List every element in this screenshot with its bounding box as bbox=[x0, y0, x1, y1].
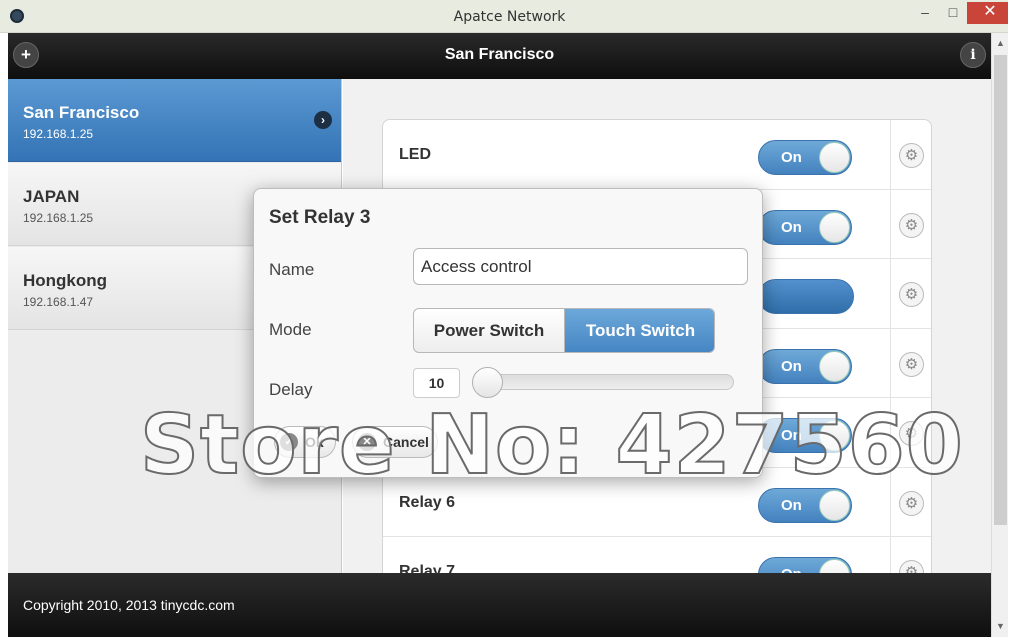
info-icon[interactable]: i bbox=[960, 42, 986, 68]
close-button[interactable]: ✕ bbox=[967, 2, 1013, 24]
scroll-up-icon[interactable]: ▲ bbox=[992, 35, 1009, 52]
relay-row: LED On ⚙ bbox=[383, 120, 931, 190]
gear-cell: ⚙ bbox=[890, 120, 933, 189]
relay-toggle[interactable]: On bbox=[758, 209, 852, 245]
relay-name: Relay 6 bbox=[399, 493, 456, 511]
vertical-scrollbar[interactable]: ▲ ▼ bbox=[991, 33, 1008, 637]
name-field[interactable] bbox=[413, 248, 748, 285]
relay-row: Relay 7 On ⚙ bbox=[383, 537, 931, 573]
toggle-knob bbox=[819, 142, 850, 173]
name-label: Name bbox=[269, 260, 315, 279]
scroll-thumb[interactable] bbox=[994, 55, 1007, 525]
chevron-right-icon[interactable]: › bbox=[314, 111, 332, 129]
gear-cell: ⚙ bbox=[890, 189, 933, 258]
device-ip: 192.168.1.25 bbox=[23, 211, 94, 225]
mode-touch-switch[interactable]: Touch Switch bbox=[565, 309, 714, 352]
device-ip: 192.168.1.47 bbox=[23, 295, 94, 309]
gear-icon[interactable]: ⚙ bbox=[899, 212, 924, 238]
maximize-button[interactable]: □ bbox=[940, 2, 966, 24]
scroll-down-icon[interactable]: ▼ bbox=[992, 618, 1009, 635]
mode-label: Mode bbox=[269, 320, 312, 339]
relay-toggle[interactable] bbox=[758, 279, 854, 314]
gear-icon[interactable]: ⚙ bbox=[899, 282, 924, 307]
app-header: + San Francisco i bbox=[8, 33, 991, 79]
mode-segmented-control: Power Switch Touch Switch bbox=[413, 308, 715, 353]
relay-name: LED bbox=[399, 146, 431, 163]
toggle-label: On bbox=[781, 566, 802, 573]
page-title: San Francisco bbox=[444, 46, 555, 63]
gear-cell: ⚙ bbox=[890, 537, 933, 573]
delay-value: 10 bbox=[413, 368, 460, 398]
toggle-label: On bbox=[781, 496, 802, 514]
dialog-title: Set Relay 3 bbox=[269, 207, 371, 228]
toggle-label: On bbox=[781, 218, 802, 236]
toggle-knob bbox=[819, 350, 850, 382]
relay-toggle[interactable]: On bbox=[758, 348, 852, 384]
toggle-knob bbox=[819, 211, 850, 243]
device-name: San Francisco bbox=[23, 103, 140, 122]
window-titlebar: Apatce Network – □ ✕ bbox=[0, 0, 1019, 33]
copyright-text: Copyright 2010, 2013 tinycdc.com bbox=[23, 597, 235, 613]
gear-cell: ⚙ bbox=[890, 328, 933, 397]
delay-slider[interactable] bbox=[473, 374, 734, 390]
store-watermark: Store No: 427560 bbox=[139, 397, 964, 494]
mode-power-switch[interactable]: Power Switch bbox=[414, 309, 565, 352]
device-name: JAPAN bbox=[23, 187, 80, 206]
gear-icon[interactable]: ⚙ bbox=[899, 351, 924, 377]
relay-toggle[interactable]: On bbox=[758, 557, 852, 573]
device-name: Hongkong bbox=[23, 271, 108, 290]
toggle-knob bbox=[819, 489, 850, 521]
toggle-label: On bbox=[781, 149, 802, 166]
toggle-knob bbox=[819, 559, 850, 573]
window-title: Apatce Network bbox=[453, 9, 566, 25]
device-ip: 192.168.1.25 bbox=[23, 127, 94, 141]
sidebar-item-san-francisco[interactable]: San Francisco 192.168.1.25 › bbox=[8, 79, 341, 162]
window-edge bbox=[1008, 0, 1019, 637]
delay-slider-handle[interactable] bbox=[472, 367, 503, 398]
relay-toggle[interactable]: On bbox=[758, 140, 852, 175]
toggle-label: On bbox=[781, 357, 802, 375]
gear-cell: ⚙ bbox=[890, 259, 933, 328]
app-footer: Copyright 2010, 2013 tinycdc.com bbox=[8, 573, 991, 637]
gear-icon[interactable]: ⚙ bbox=[899, 143, 924, 168]
minimize-button[interactable]: – bbox=[912, 2, 938, 24]
gear-icon[interactable]: ⚙ bbox=[899, 490, 924, 516]
gear-icon[interactable]: ⚙ bbox=[899, 560, 924, 573]
relay-name: Relay 7 bbox=[399, 563, 456, 573]
delay-label: Delay bbox=[269, 380, 313, 399]
